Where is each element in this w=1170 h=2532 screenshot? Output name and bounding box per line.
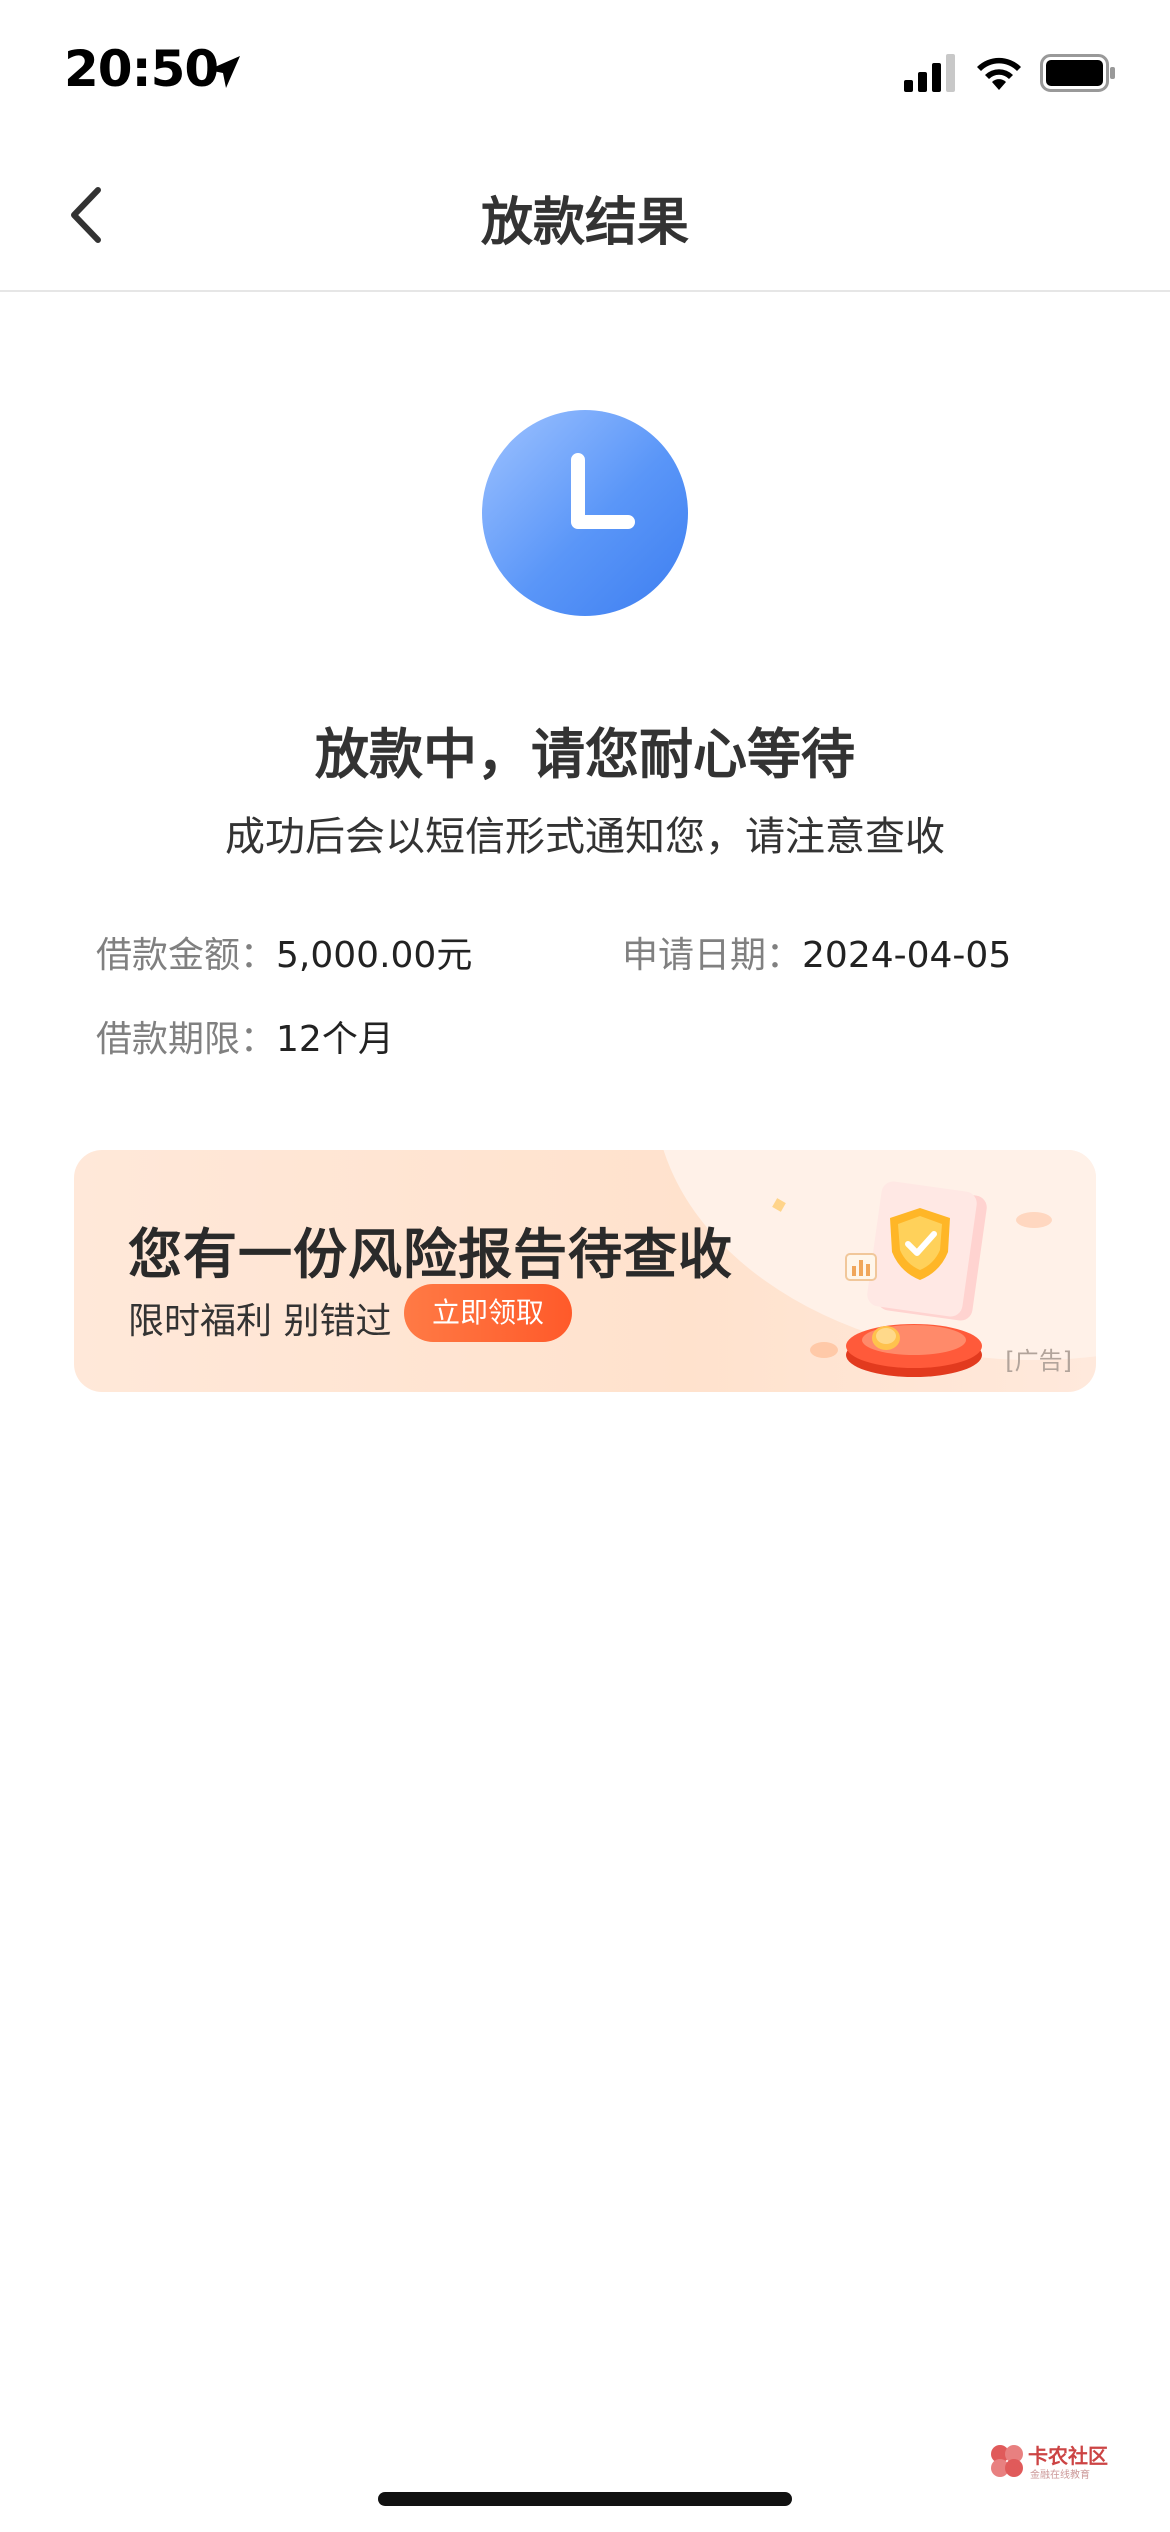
- loan-amount-value: 5,000.00元: [276, 935, 473, 976]
- loan-amount-label: 借款金额：: [96, 935, 277, 976]
- page-title: 放款结果: [480, 193, 689, 253]
- ad-title: 您有一份风险报告待查收: [128, 1223, 733, 1286]
- ad-tag: [广告]: [1005, 1347, 1072, 1375]
- loan-term-label: 借款期限：: [96, 1019, 277, 1060]
- ad-banner[interactable]: 您有一份风险报告待查收 限时福利 别错过 立即领取 [广告]: [74, 1150, 1096, 1392]
- status-bar: 20:50: [0, 0, 1170, 140]
- status-time: 20:50: [64, 40, 219, 98]
- nav-bar: 放款结果: [0, 140, 1170, 292]
- screen: 20:50 放款结果 放款中，请您耐心等待 成功后会以短信形式通知您，请注意查收…: [0, 0, 1170, 2532]
- watermark-subtext: 金融在线教育: [1030, 2470, 1090, 2481]
- clock-icon: [482, 410, 688, 616]
- brand-logo-icon: [991, 2445, 1023, 2477]
- cellular-signal-icon: [904, 54, 955, 92]
- application-date-label: 申请日期：: [622, 935, 803, 976]
- location-arrow-icon: [208, 56, 240, 88]
- loan-term: 借款期限：12个月: [96, 1010, 394, 1062]
- wifi-icon: [977, 57, 1021, 90]
- loan-term-value: 12个月: [276, 1019, 394, 1060]
- loan-amount: 借款金额：5,000.00元: [96, 926, 472, 978]
- ad-subtitle: 限时福利 别错过: [128, 1301, 392, 1342]
- home-indicator[interactable]: [378, 2492, 792, 2506]
- status-subtitle: 成功后会以短信形式通知您，请注意查收: [225, 814, 945, 860]
- watermark-text: 卡农社区: [1028, 2444, 1108, 2468]
- battery-icon: [1040, 54, 1115, 92]
- application-date: 申请日期：2024-04-05: [622, 926, 1011, 978]
- watermark: 卡农社区 金融在线教育: [988, 2440, 1108, 2486]
- status-title: 放款中，请您耐心等待: [315, 723, 855, 786]
- claim-now-button[interactable]: 立即领取: [404, 1284, 572, 1342]
- application-date-value: 2024-04-05: [802, 935, 1012, 976]
